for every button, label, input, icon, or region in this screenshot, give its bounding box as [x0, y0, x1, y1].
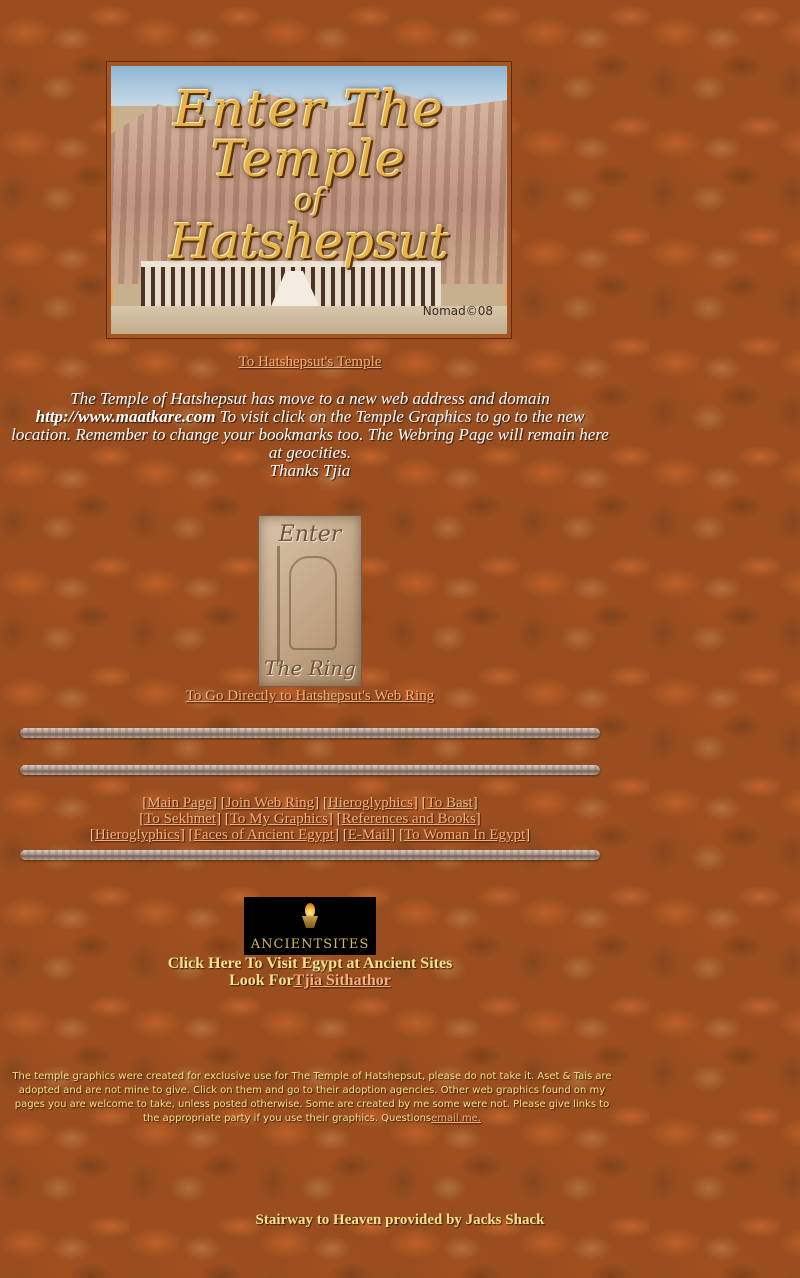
- nav-row-2: [To Sekhmet] [To My Graphics] [Reference…: [139, 811, 481, 827]
- nav-row-3: [Hieroglyphics] [Faces of Ancient Egypt]…: [89, 827, 531, 843]
- footer-credit: Stairway to Heaven provided by Jacks Sha…: [255, 1212, 545, 1228]
- ancient-sites-logo[interactable]: ANCIENTSITES: [244, 897, 376, 955]
- banner-signature: Nomad©08: [422, 304, 493, 318]
- email-me-link[interactable]: email me.: [431, 1113, 481, 1124]
- temple-link[interactable]: To Hatshepsut's Temple: [239, 354, 382, 370]
- nav-to-woman-in-egypt[interactable]: To Woman In Egypt: [404, 827, 525, 843]
- notice-url: http://www.maatkare.com: [35, 407, 216, 426]
- disclaimer-text: The temple graphics were created for exc…: [12, 1071, 612, 1124]
- ring-image-figure: [289, 556, 337, 650]
- divider-bar: [20, 728, 600, 738]
- temple-banner-image[interactable]: Enter The Temple of Hatshepsut Nomad©08: [107, 62, 511, 338]
- web-ring-image[interactable]: Enter The Ring: [258, 515, 362, 687]
- nav-email[interactable]: E-Mail: [348, 827, 391, 843]
- graphics-disclaimer: The temple graphics were created for exc…: [10, 1070, 614, 1126]
- look-for-label: Look For: [229, 972, 294, 989]
- nav-main-page[interactable]: Main Page: [147, 795, 212, 811]
- notice-thanks: Thanks Tjia: [269, 461, 351, 480]
- banner-title: Enter The Temple of Hatshepsut: [111, 84, 507, 266]
- ring-image-bottom-text: The Ring: [264, 656, 356, 680]
- banner-title-line1: Enter The Temple: [173, 80, 445, 188]
- banner-title-line3: Hatshepsut: [169, 214, 449, 270]
- tjia-sithathor-link[interactable]: Tjia Sithathor: [294, 972, 391, 989]
- ancient-sites-text: Click Here To Visit Egypt at Ancient Sit…: [10, 955, 610, 989]
- nav-to-bast[interactable]: To Bast: [427, 795, 473, 811]
- look-for-row: Look ForTjia Sithathor: [10, 972, 610, 989]
- nav-links: [Main Page] [Join Web Ring] [Hieroglyphi…: [10, 795, 610, 843]
- visit-ancient-sites-text: Click Here To Visit Egypt at Ancient Sit…: [167, 955, 453, 972]
- banner-title-line2: of: [294, 183, 324, 218]
- nav-references-and-books[interactable]: References and Books: [342, 811, 476, 827]
- ring-link-row: To Go Directly to Hatshepsut's Web Ring: [10, 688, 610, 705]
- nav-hieroglyphics[interactable]: Hieroglyphics: [328, 795, 413, 811]
- divider-bar: [20, 850, 600, 860]
- torch-icon: [302, 903, 318, 931]
- web-ring-link[interactable]: To Go Directly to Hatshepsut's Web Ring: [186, 688, 434, 704]
- temple-link-row: To Hatshepsut's Temple: [10, 354, 610, 371]
- divider-bar: [20, 765, 600, 775]
- nav-row-1: [Main Page] [Join Web Ring] [Hieroglyphi…: [142, 795, 478, 811]
- move-notice: The Temple of Hatshepsut has move to a n…: [10, 390, 610, 480]
- ring-image-top-text: Enter: [278, 522, 342, 547]
- notice-line1: The Temple of Hatshepsut has move to a n…: [70, 389, 550, 408]
- nav-join-web-ring[interactable]: Join Web Ring: [226, 795, 315, 811]
- ancient-sites-logo-text: ANCIENTSITES: [250, 937, 370, 952]
- nav-faces-of-ancient-egypt[interactable]: Faces of Ancient Egypt: [194, 827, 334, 843]
- nav-to-my-graphics[interactable]: To My Graphics: [230, 811, 328, 827]
- nav-to-sekhmet[interactable]: To Sekhmet: [144, 811, 216, 827]
- ring-image-staff: [277, 546, 280, 666]
- nav-hieroglyphics-2[interactable]: Hieroglyphics: [95, 827, 180, 843]
